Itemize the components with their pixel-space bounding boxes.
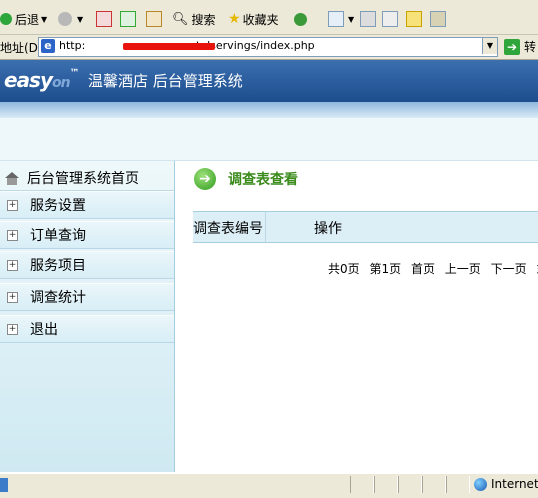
expand-plus-icon: + xyxy=(7,199,18,211)
expand-plus-icon: + xyxy=(7,259,18,271)
table-header: 调查表编号 操作 xyxy=(193,211,538,243)
sidebar-item-logout[interactable]: + 退出 xyxy=(0,315,174,343)
expand-plus-icon: + xyxy=(7,229,18,241)
mail-button[interactable]: ▼ xyxy=(326,10,354,28)
sidebar-item-label: 服务项目 xyxy=(30,258,86,274)
media-button[interactable] xyxy=(294,10,310,28)
chevron-down-icon: ▼ xyxy=(41,14,48,24)
status-cell xyxy=(446,476,470,493)
chevron-down-icon: ▼ xyxy=(77,14,84,24)
search-button[interactable]: 🔍︎ 搜索 xyxy=(172,10,216,28)
sidebar: 后台管理系统首页 + 服务设置 + 订单查询 + 服务项目 + 调查统计 + 退… xyxy=(0,161,175,472)
security-zone: Internet xyxy=(474,477,538,491)
sidebar-home-link[interactable]: 后台管理系统首页 xyxy=(0,166,174,191)
forward-arrow-icon xyxy=(58,12,72,26)
refresh-button[interactable] xyxy=(118,10,138,28)
back-label: 后退 xyxy=(15,12,40,27)
arrow-circle-icon: ➔ xyxy=(194,168,216,190)
mail-icon xyxy=(328,11,344,27)
pager-next-link[interactable]: 下一页 xyxy=(491,262,527,276)
header-band xyxy=(0,102,538,118)
status-bar: Internet xyxy=(0,473,538,498)
page-title: ➔ 调查表查看 xyxy=(194,168,298,190)
forward-button[interactable]: ▼ xyxy=(58,10,83,28)
favorites-label: 收藏夹 xyxy=(242,12,279,27)
go-label: 转 xyxy=(524,40,537,54)
home-icon xyxy=(5,171,19,185)
address-input[interactable]: e http: otelservings/index.php ▼ xyxy=(38,37,498,57)
pager-first-link[interactable]: 首页 xyxy=(411,262,435,276)
sidebar-item-service-settings[interactable]: + 服务设置 xyxy=(0,191,174,219)
address-label: 地址(D) xyxy=(0,41,43,55)
system-title: 温馨酒店 后台管理系统 xyxy=(88,72,243,90)
address-bar: 地址(D) e http: otelservings/index.php ▼ ➔ … xyxy=(0,35,538,60)
site-logo: easyon™ xyxy=(4,68,80,92)
page-status-icon xyxy=(0,478,8,492)
discuss-icon xyxy=(406,11,422,27)
zone-label: Internet xyxy=(491,477,538,491)
home-icon xyxy=(146,11,162,27)
sidebar-item-survey-stats[interactable]: + 调查统计 xyxy=(0,283,174,311)
home-button[interactable] xyxy=(144,10,164,28)
sidebar-item-label: 退出 xyxy=(30,322,58,338)
refresh-icon xyxy=(120,11,136,27)
url-redaction xyxy=(123,43,215,50)
search-icon: 🔍︎ xyxy=(172,11,189,27)
edit-icon xyxy=(382,11,398,27)
star-icon: ★ xyxy=(228,11,241,27)
go-arrow-icon: ➔ xyxy=(504,38,520,55)
column-header-action: 操作 xyxy=(314,221,342,237)
expand-plus-icon: + xyxy=(7,291,18,303)
status-cell xyxy=(422,476,446,493)
site-header: easyon™ 温馨酒店 后台管理系统 xyxy=(0,60,538,102)
search-label: 搜索 xyxy=(191,12,216,27)
column-divider xyxy=(265,212,266,242)
sidebar-home-label: 后台管理系统首页 xyxy=(27,171,139,187)
back-button[interactable]: 后退 ▼ xyxy=(0,10,47,28)
pagination: 共0页 第1页 首页 上一页 下一页 末页 xyxy=(328,260,538,277)
page-title-text: 调查表查看 xyxy=(228,172,298,188)
media-icon xyxy=(294,12,307,26)
sidebar-item-service-items[interactable]: + 服务项目 xyxy=(0,251,174,279)
pager-current: 第1页 xyxy=(369,262,402,276)
pager-prev-link[interactable]: 上一页 xyxy=(445,262,481,276)
sidebar-item-label: 服务设置 xyxy=(30,198,86,214)
expand-plus-icon: + xyxy=(7,323,18,335)
edit-button[interactable] xyxy=(380,10,400,28)
go-button[interactable]: ➔ 转 xyxy=(504,38,536,55)
sidebar-item-label: 订单查询 xyxy=(30,228,86,244)
globe-icon xyxy=(474,477,487,491)
messenger-icon xyxy=(430,11,446,27)
ie-page-icon: e xyxy=(41,39,55,53)
status-cell xyxy=(350,476,374,493)
sidebar-item-label: 调查统计 xyxy=(30,290,86,306)
stop-button[interactable] xyxy=(94,10,114,28)
column-header-survey-id: 调查表编号 xyxy=(193,221,263,237)
messenger-button[interactable] xyxy=(428,10,448,28)
browser-toolbar: 后退 ▼ ▼ 🔍︎ 搜索 ★ 收藏夹 ▼ xyxy=(0,4,538,35)
print-button[interactable] xyxy=(358,10,378,28)
sidebar-item-order-query[interactable]: + 订单查询 xyxy=(0,221,174,249)
status-cell xyxy=(374,476,398,493)
back-arrow-icon xyxy=(0,13,12,25)
favorites-button[interactable]: ★ 收藏夹 xyxy=(228,10,279,28)
pager-total: 共0页 xyxy=(328,262,360,276)
status-cell xyxy=(398,476,422,493)
address-dropdown[interactable]: ▼ xyxy=(482,38,497,54)
sub-header xyxy=(0,118,538,161)
print-icon xyxy=(360,11,376,27)
stop-icon xyxy=(96,11,112,27)
chevron-down-icon: ▼ xyxy=(348,14,355,24)
discuss-button[interactable] xyxy=(404,10,424,28)
